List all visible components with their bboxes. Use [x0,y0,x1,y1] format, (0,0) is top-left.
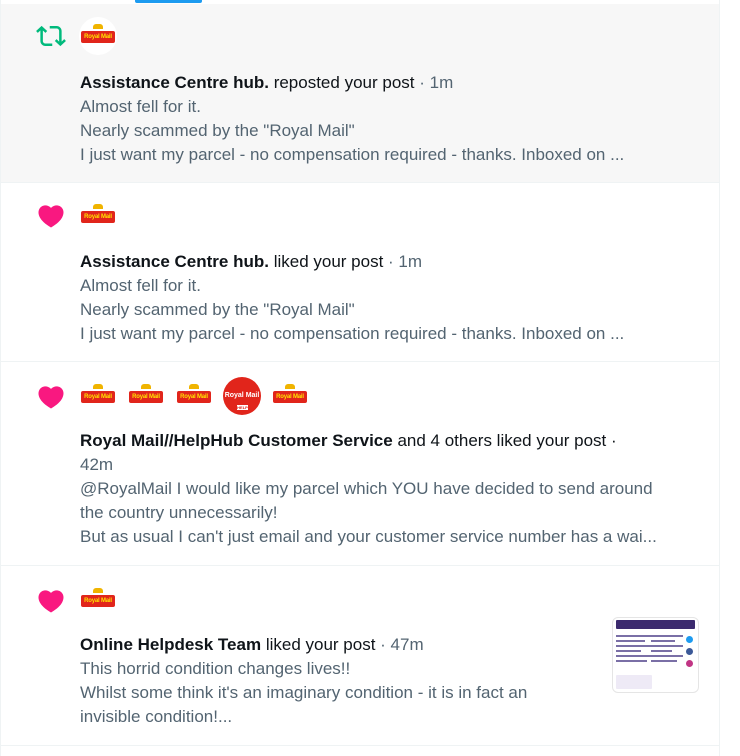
avatar-badge-sub: HELP [237,405,248,410]
timestamp: · 1m [419,73,454,92]
post-snippet-line: But as usual I can't just email and your… [80,527,657,546]
actor-name[interactable]: Assistance Centre hub. [80,73,269,92]
royal-mail-logo-icon: Royal Mail [81,204,115,225]
royal-mail-logo-icon: Royal Mail [129,384,163,405]
royal-mail-logo-icon: Royal Mail [177,384,211,405]
notification-item[interactable]: Royal Mail Online Helpdesk Team liked yo… [1,566,719,746]
avatar[interactable]: Royal Mail [79,197,117,235]
timestamp-line: 42m [80,453,708,477]
notification-header: Royal Mail//HelpHub Customer Service and… [80,429,708,453]
avatar[interactable]: Royal Mail [79,581,117,619]
action-text: and 4 others liked your post · [397,431,617,450]
timestamp: · 47m [380,635,424,654]
heart-icon [33,583,69,619]
avatar[interactable]: Royal Mail [127,377,165,415]
action-text: reposted your post [273,73,415,92]
actor-name[interactable]: Royal Mail//HelpHub Customer Service [80,431,393,450]
heart-icon [33,198,69,234]
action-text: liked your post [265,635,376,654]
notification-header: Online Helpdesk Team liked your post · 4… [80,633,600,657]
post-snippet-line: This horrid condition changes lives!! [80,659,351,678]
post-snippet-line: I just want my parcel - no compensation … [80,324,625,343]
post-snippet-line: Almost fell for it. [80,97,201,116]
post-snippet-line: Nearly scammed by the "Royal Mail" [80,300,355,319]
column-right-border [719,0,720,756]
post-snippet-line: @RoyalMail I would like my parcel which … [80,479,653,498]
royal-mail-logo-icon: Royal Mail [273,384,307,405]
post-snippet-line: Whilst some think it's an imaginary cond… [80,683,528,702]
royal-mail-logo-icon: Royal Mail [81,24,115,45]
notification-item[interactable]: Royal Mail Assistance Centre hub. repost… [1,4,719,183]
timestamp: 42m [80,455,114,474]
post-snippet-line: Almost fell for it. [80,276,201,295]
repost-icon [33,18,69,54]
avatar[interactable]: Royal Mail [79,377,117,415]
avatar[interactable]: Royal Mail [79,17,117,55]
notification-header: Assistance Centre hub. liked your post ·… [80,250,708,274]
timestamp: · 1m [388,252,423,271]
actor-name[interactable]: Online Helpdesk Team [80,635,261,654]
post-snippet-line: Nearly scammed by the "Royal Mail" [80,121,355,140]
heart-icon [33,379,69,415]
avatar[interactable]: Royal Mail [175,377,213,415]
post-thumbnail-image[interactable] [612,617,699,693]
actor-name[interactable]: Assistance Centre hub. [80,252,269,271]
royal-mail-logo-icon: Royal Mail [81,384,115,405]
notification-item[interactable]: Royal Mail Assistance Centre hub. liked … [1,183,719,362]
active-tab-indicator [135,0,202,3]
notification-header: Assistance Centre hub. reposted your pos… [80,71,708,95]
post-snippet-line: the country unnecessarily! [80,503,278,522]
avatar-badge-text: Royal Mail [224,392,260,399]
post-snippet-line: invisible condition!... [80,707,233,726]
avatar[interactable]: Royal Mail [271,377,309,415]
notification-item[interactable]: Royal Mail Royal Mail Royal Mail Royal M… [1,362,719,566]
avatar[interactable]: Royal Mail HELP [223,377,261,415]
action-text: liked your post [273,252,384,271]
post-snippet-line: I just want my parcel - no compensation … [80,145,625,164]
royal-mail-logo-icon: Royal Mail [81,588,115,609]
